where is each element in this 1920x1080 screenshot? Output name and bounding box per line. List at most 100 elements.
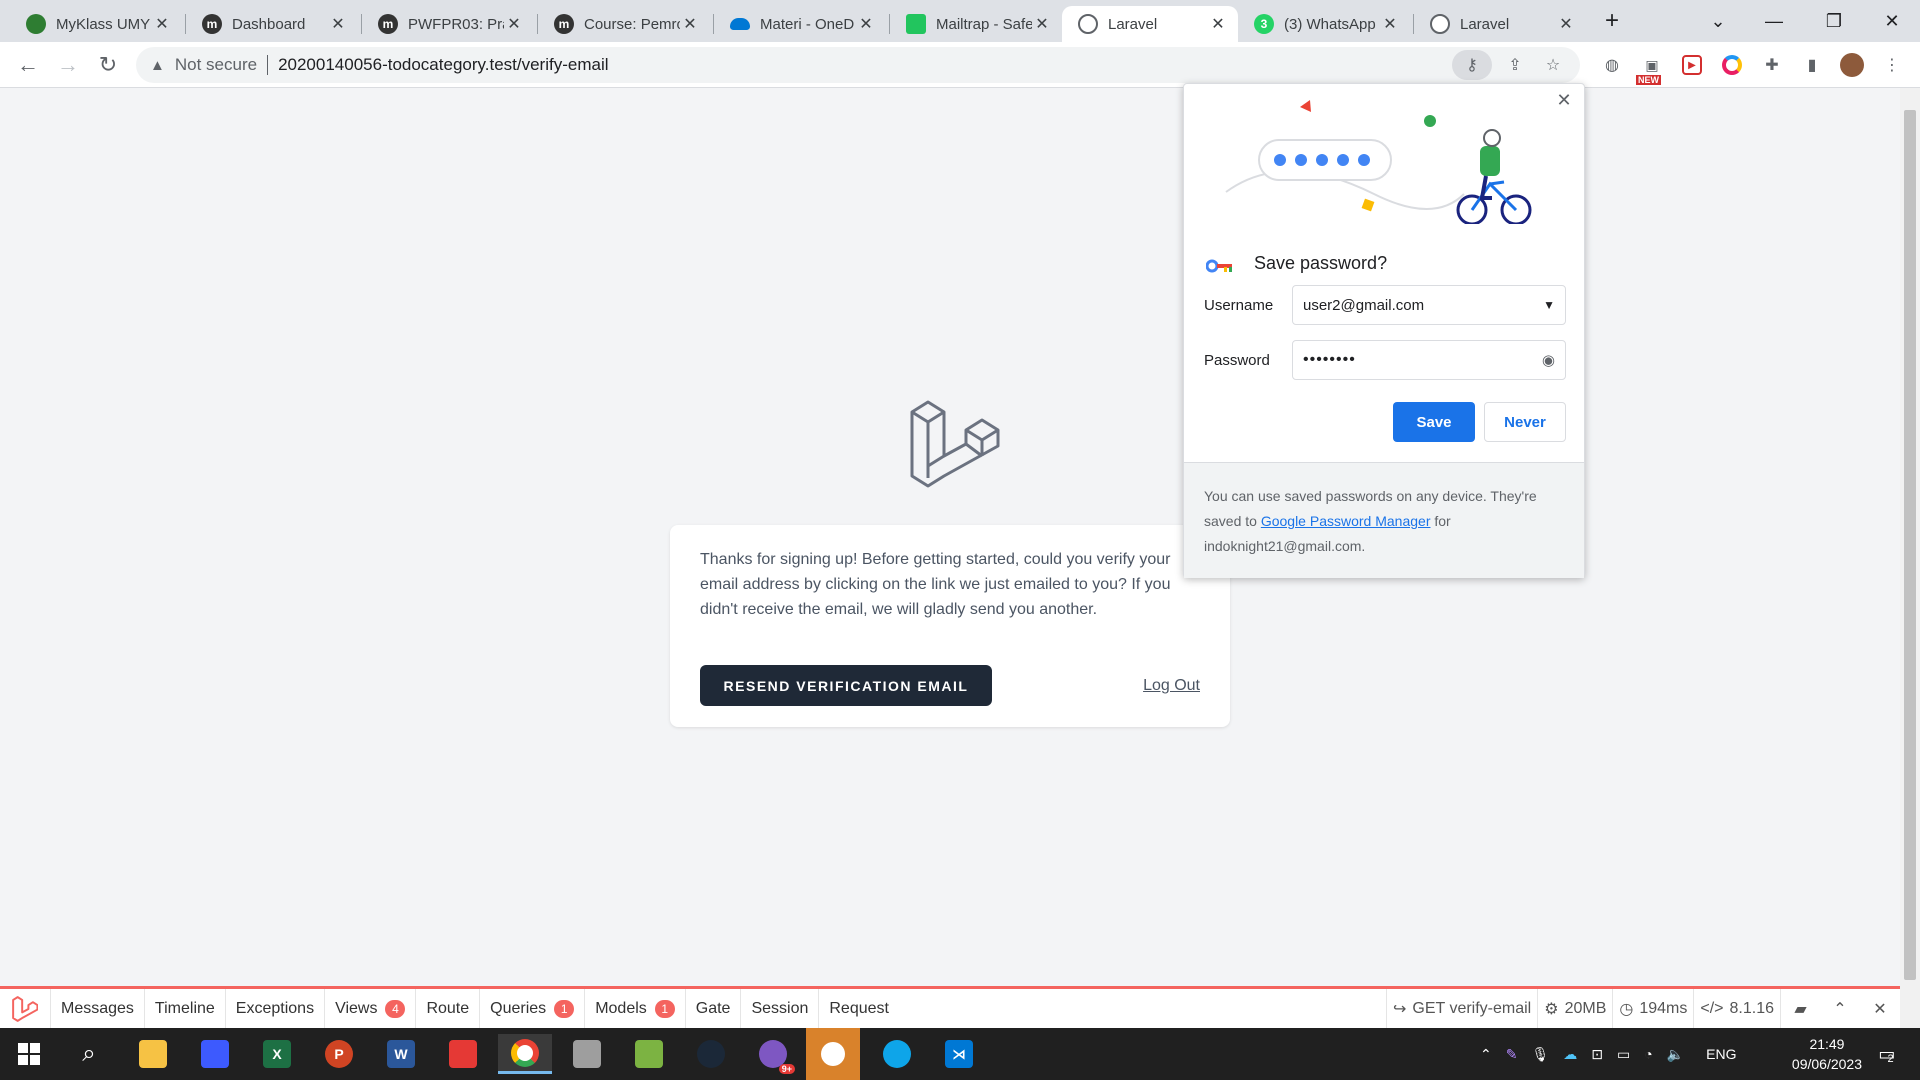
chrome-menu-button[interactable]: ⋮ [1878,51,1906,79]
taskbar-file-explorer[interactable] [126,1034,180,1074]
extensions-button[interactable]: ✚ [1758,51,1786,79]
logout-link[interactable]: Log Out [1143,677,1200,695]
resend-verification-button[interactable]: RESEND VERIFICATION EMAIL [700,665,992,706]
search-button[interactable]: ⌕ [62,1034,116,1074]
password-key-button[interactable]: ⚷ [1452,50,1492,80]
not-secure-label[interactable]: Not secure [175,55,257,75]
tab-course[interactable]: m Course: Pemro ✕ [538,6,710,42]
debugbar-logo[interactable] [0,989,51,1028]
taskbar-vscode[interactable]: ⋊ [932,1034,986,1074]
password-field[interactable]: •••••••• ◉ [1292,340,1566,380]
tab-mailtrap[interactable]: Mailtrap - Safe ✕ [890,6,1062,42]
taskbar-app-1[interactable] [188,1034,242,1074]
taskbar-app-3[interactable] [560,1034,614,1074]
url-text[interactable]: 20200140056-todocategory.test/verify-ema… [278,55,608,75]
microphone-icon[interactable]: 🎙 [1531,1046,1549,1063]
debugbar-restore-button[interactable]: ⌃ [1820,989,1860,1028]
debugbar-tab-views[interactable]: Views 4 [325,989,417,1028]
close-window-button[interactable]: ✕ [1864,0,1920,42]
taskbar-app-2[interactable] [436,1034,490,1074]
close-tab-icon[interactable]: ✕ [1380,14,1400,34]
close-tab-icon[interactable]: ✕ [1556,14,1576,34]
username-select[interactable]: user2@gmail.com ▼ [1292,285,1566,325]
pen-icon[interactable]: ✎ [1506,1046,1518,1063]
close-tab-icon[interactable]: ✕ [328,14,348,34]
close-popup-button[interactable]: ✕ [1552,90,1576,111]
device-icon[interactable]: ⊡ [1591,1046,1603,1063]
reload-icon: ↻ [98,52,118,77]
debugbar-route[interactable]: ↪ GET verify-email [1385,989,1537,1028]
new-tab-button[interactable]: + [1584,0,1640,42]
tab-whatsapp[interactable]: 3 (3) WhatsApp ✕ [1238,6,1410,42]
share-button[interactable]: ⇪ [1500,50,1530,80]
warning-icon[interactable]: ▲ [150,57,165,74]
tab-myklass[interactable]: MyKlass UMY ✕ [10,6,182,42]
eye-icon[interactable]: ◉ [1542,351,1555,369]
close-tab-icon[interactable]: ✕ [152,14,172,34]
password-illustration [1225,100,1532,224]
back-button[interactable]: ← [12,49,44,81]
side-panel-button[interactable]: ▮ [1798,51,1826,79]
forward-button[interactable]: → [52,49,84,81]
dropdown-arrow-icon[interactable]: ▼ [1543,298,1555,312]
taskbar-edge[interactable] [870,1034,924,1074]
taskbar-powerpoint[interactable]: P [312,1034,366,1074]
reload-button[interactable]: ↻ [92,49,124,81]
bookmark-button[interactable]: ☆ [1538,50,1568,80]
tab-pwfpr03[interactable]: m PWFPR03: Pra ✕ [362,6,534,42]
page-scrollbar[interactable] [1900,88,1920,1028]
extension-youtube[interactable]: ▶ [1678,51,1706,79]
extension-new[interactable]: ▣ NEW [1636,51,1666,85]
debugbar-tab-queries[interactable]: Queries 1 [480,989,586,1028]
close-tab-icon[interactable]: ✕ [856,14,876,34]
taskbar-chrome[interactable] [498,1034,552,1074]
key-icon: ⚷ [1466,57,1478,74]
tab-dashboard[interactable]: m Dashboard ✕ [186,6,358,42]
taskbar-excel[interactable]: X [250,1034,304,1074]
debugbar-close-button[interactable]: ✕ [1860,989,1900,1028]
onedrive-icon[interactable]: ☁ [1563,1046,1577,1063]
taskbar-app-6[interactable] [806,1028,860,1080]
debugbar-tab-exceptions[interactable]: Exceptions [226,989,326,1028]
tab-onedrive[interactable]: Materi - OneD ✕ [714,6,886,42]
close-tab-icon[interactable]: ✕ [1208,14,1228,34]
tab-laravel-active[interactable]: Laravel ✕ [1062,6,1238,42]
address-bar[interactable]: ▲ Not secure 20200140056-todocategory.te… [136,47,1580,83]
taskbar-steam[interactable] [684,1034,738,1074]
chevron-up-icon[interactable]: ⌃ [1480,1046,1492,1063]
restore-button[interactable]: ❐ [1806,0,1862,42]
debugbar-tab-messages[interactable]: Messages [51,989,145,1028]
taskbar-app-4[interactable] [622,1034,676,1074]
tab-label: Route [426,999,470,1017]
debugbar-tab-route[interactable]: Route [416,989,481,1028]
wifi-icon[interactable]: ◔ [1644,1046,1652,1062]
debugbar-open-button[interactable]: ▰ [1780,989,1820,1028]
tab-laravel-2[interactable]: Laravel ✕ [1414,6,1586,42]
language-indicator[interactable]: ENG [1706,1046,1736,1062]
close-tab-icon[interactable]: ✕ [680,14,700,34]
system-clock[interactable]: 21:49 09/06/2023 [1792,1034,1862,1074]
battery-icon[interactable]: ▭ [1617,1046,1630,1063]
password-row: Password •••••••• ◉ [1204,340,1566,380]
debugbar-tab-gate[interactable]: Gate [686,989,742,1028]
save-button[interactable]: Save [1393,402,1475,442]
extension-color[interactable] [1718,51,1746,79]
close-tab-icon[interactable]: ✕ [504,14,524,34]
start-button[interactable] [2,1034,56,1074]
minimize-button[interactable]: — [1746,0,1802,42]
notification-center[interactable]: ▭ 2 [1866,1028,1906,1080]
debugbar-tab-request[interactable]: Request [819,989,899,1028]
debugbar-tab-timeline[interactable]: Timeline [145,989,226,1028]
profile-button[interactable] [1838,51,1866,79]
volume-icon[interactable]: 🔈 [1667,1046,1684,1063]
never-button[interactable]: Never [1484,402,1566,442]
debugbar-tab-session[interactable]: Session [741,989,820,1028]
close-tab-icon[interactable]: ✕ [1032,14,1052,34]
password-manager-link[interactable]: Google Password Manager [1261,513,1431,529]
taskbar-word[interactable]: W [374,1034,428,1074]
taskbar-app-5[interactable]: 9+ [746,1034,800,1074]
tab-search-button[interactable]: ⌄ [1690,0,1746,42]
debugbar-tab-models[interactable]: Models 1 [585,989,686,1028]
scrollbar-thumb[interactable] [1904,110,1916,980]
extension-translate[interactable]: ◍ [1598,51,1626,79]
